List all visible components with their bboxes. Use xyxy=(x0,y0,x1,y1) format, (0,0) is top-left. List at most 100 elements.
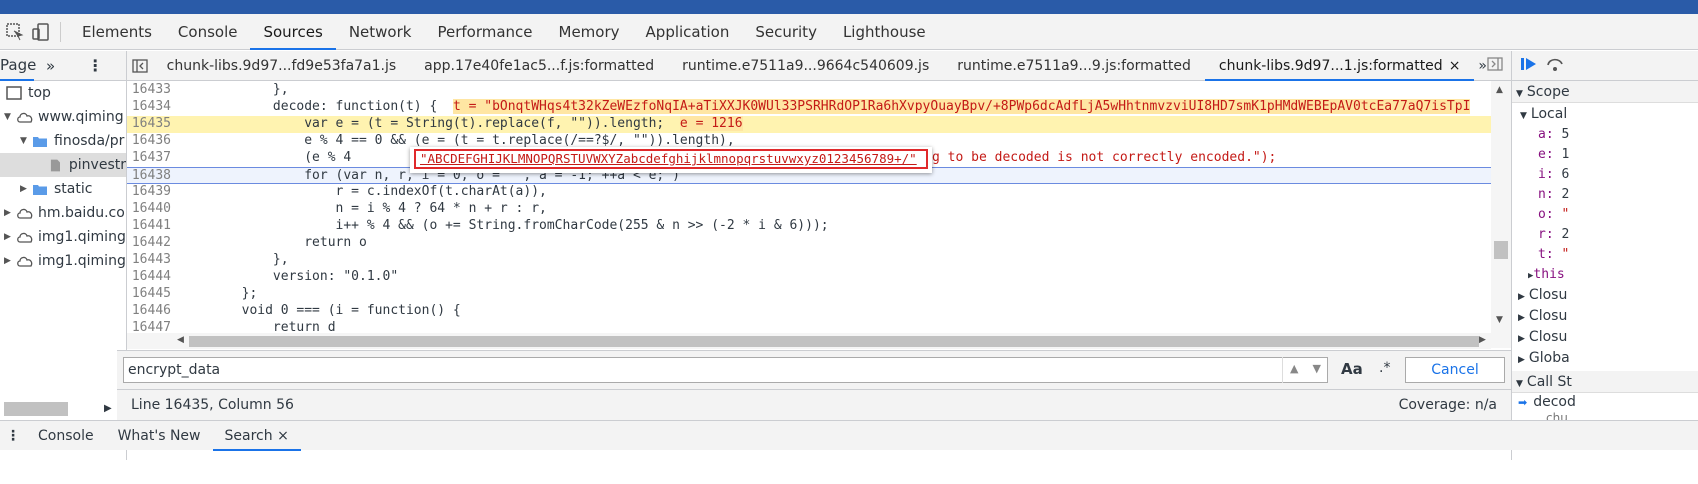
value-popover-content[interactable]: "ABCDEFGHIJKLMNOPQRSTUVWXYZabcdefghijklm… xyxy=(414,149,928,169)
drawer-tab-whats-new[interactable]: What's New xyxy=(106,428,213,444)
line-number[interactable]: 16440 xyxy=(127,201,171,218)
editor-hscroll-thumb[interactable] xyxy=(189,336,1479,347)
editor-hscroll[interactable]: ◀ ▶ xyxy=(127,333,1491,349)
file-tab[interactable]: runtime.e7511a9...9.js:formatted xyxy=(943,51,1205,81)
tab-lighthouse[interactable]: Lighthouse xyxy=(830,14,939,50)
call-stack-header[interactable]: ▼ Call St xyxy=(1512,371,1698,393)
line-number[interactable]: 16438 xyxy=(127,168,171,185)
match-case-button[interactable]: Aa xyxy=(1341,360,1363,378)
file-tab[interactable]: runtime.e7511a9...9664c540609.js xyxy=(668,51,943,81)
collapsed-triangle-icon[interactable]: ▶ xyxy=(4,232,16,242)
line-number[interactable]: 16444 xyxy=(127,269,171,286)
editor-vscroll[interactable]: ▲ ▼ xyxy=(1491,81,1511,348)
tab-application[interactable]: Application xyxy=(633,14,743,50)
variable-name: r: xyxy=(1538,227,1554,242)
collapsed-triangle-icon[interactable]: ▶ xyxy=(20,184,32,194)
tree-item-file[interactable]: pinvestr xyxy=(0,153,126,177)
scope-variable[interactable]: n: 2 xyxy=(1512,185,1698,205)
closure-scope[interactable]: ▶ Closu xyxy=(1512,285,1698,306)
device-toolbar-icon[interactable] xyxy=(30,21,52,43)
toggle-navigator-icon[interactable] xyxy=(127,58,153,73)
close-tab-icon[interactable]: × xyxy=(1449,58,1461,74)
expanded-triangle-icon[interactable]: ▼ xyxy=(20,136,32,146)
collapsed-triangle-icon[interactable]: ▶ xyxy=(4,256,16,266)
scroll-up-arrow-icon[interactable]: ▲ xyxy=(1496,85,1503,95)
tree-item-domain[interactable]: ▶ img1.qiming xyxy=(0,225,126,249)
tree-item-domain[interactable]: ▶ img1.qiming xyxy=(0,249,126,273)
coverage-status[interactable]: Coverage: n/a xyxy=(1399,390,1497,420)
tab-network[interactable]: Network xyxy=(336,14,425,50)
close-drawer-tab-icon[interactable]: × xyxy=(277,428,289,444)
line-number[interactable]: 16434 xyxy=(127,99,171,116)
line-number[interactable]: 16435 xyxy=(127,116,171,133)
more-tabs-button[interactable]: » xyxy=(1478,58,1487,74)
tab-sources[interactable]: Sources xyxy=(250,14,336,50)
tree-item-domain[interactable]: ▶ hm.baidu.co xyxy=(0,201,126,225)
line-number[interactable]: 16445 xyxy=(127,286,171,303)
tab-performance[interactable]: Performance xyxy=(424,14,545,50)
scope-variable[interactable]: t: " xyxy=(1512,245,1698,265)
search-prev-icon[interactable]: ▲ xyxy=(1290,357,1298,383)
scope-variable[interactable]: a: 5 xyxy=(1512,125,1698,145)
drawer-tab-search[interactable]: Search × xyxy=(212,421,301,451)
search-input[interactable]: encrypt_data xyxy=(123,357,1328,383)
scroll-left-arrow-icon[interactable]: ◀ xyxy=(177,335,184,345)
file-tab[interactable]: chunk-libs.9d97...fd9e53fa7a1.js xyxy=(153,51,411,81)
editor-vscroll-thumb[interactable] xyxy=(1494,241,1508,259)
step-over-icon[interactable] xyxy=(1546,56,1564,76)
collapsed-triangle-icon[interactable]: ▶ xyxy=(4,208,16,218)
tree-item-folder[interactable]: ▼ finosda/pr xyxy=(0,129,126,153)
file-tab-active[interactable]: chunk-libs.9d97...1.js:formatted × xyxy=(1204,51,1475,81)
scope-section-header[interactable]: ▼ Scope xyxy=(1512,81,1698,103)
resume-icon[interactable] xyxy=(1520,56,1538,76)
line-number[interactable]: 16437 xyxy=(127,150,171,167)
call-frame-name: decod xyxy=(1533,394,1576,410)
file-tab[interactable]: app.17e40fe1ac5...f.js:formatted xyxy=(410,51,668,81)
tab-memory[interactable]: Memory xyxy=(546,14,633,50)
scope-variable[interactable]: e: 1 xyxy=(1512,145,1698,165)
tab-security[interactable]: Security xyxy=(742,14,830,50)
scroll-right-arrow-icon[interactable]: ▶ xyxy=(104,403,112,414)
scope-variable-this[interactable]: ▶this xyxy=(1512,265,1698,285)
scroll-down-arrow-icon[interactable]: ▼ xyxy=(1496,315,1503,325)
tab-elements[interactable]: Elements xyxy=(69,14,165,50)
line-number[interactable]: 16439 xyxy=(127,184,171,201)
line-number[interactable]: 16443 xyxy=(127,252,171,269)
navigator-hscroll-thumb[interactable] xyxy=(4,402,68,416)
toggle-debugger-icon[interactable] xyxy=(1487,56,1503,75)
navigator-menu[interactable]: ⋮ xyxy=(87,56,103,75)
cancel-button[interactable]: Cancel xyxy=(1405,357,1505,383)
regex-button[interactable]: .* xyxy=(1379,360,1390,376)
scope-variable[interactable]: o: " xyxy=(1512,205,1698,225)
scroll-right-arrow-icon[interactable]: ▶ xyxy=(1479,335,1486,345)
code-text: e % 4 == 0 && (e = (t = t.replace(/==?$/… xyxy=(179,133,735,148)
line-number[interactable]: 16442 xyxy=(127,235,171,252)
tree-item-domain[interactable]: ▼ www.qiming xyxy=(0,105,126,129)
call-frame-current[interactable]: ➡ decod xyxy=(1512,393,1698,411)
closure-scope[interactable]: ▶ Closu xyxy=(1512,306,1698,327)
tab-console[interactable]: Console xyxy=(165,14,251,50)
code-editor[interactable]: 16433 }, 16434 decode: function(t) { t =… xyxy=(127,81,1511,348)
line-number[interactable]: 16446 xyxy=(127,303,171,320)
line-number[interactable]: 16436 xyxy=(127,133,171,150)
navigator-more-tabs[interactable]: » xyxy=(46,57,55,75)
expanded-triangle-icon[interactable]: ▼ xyxy=(4,112,16,122)
tree-item-folder[interactable]: ▶ static xyxy=(0,177,126,201)
global-scope[interactable]: ▶ Globa xyxy=(1512,348,1698,369)
line-number[interactable]: 16441 xyxy=(127,218,171,235)
code-text: }, xyxy=(179,82,289,97)
file-icon xyxy=(50,159,60,171)
drawer-menu-icon[interactable]: ⋮ xyxy=(6,428,20,444)
inspect-element-icon[interactable] xyxy=(4,21,26,43)
line-number[interactable]: 16433 xyxy=(127,82,171,99)
navigator-tab-page[interactable]: Page xyxy=(0,51,36,81)
collapsed-triangle-icon: ▶ xyxy=(1518,355,1525,365)
local-scope-header[interactable]: ▼ Local xyxy=(1512,103,1698,125)
code-line: 16441 i++ % 4 && (o += String.fromCharCo… xyxy=(127,218,1492,235)
scope-variable[interactable]: i: 6 xyxy=(1512,165,1698,185)
closure-scope[interactable]: ▶ Closu xyxy=(1512,327,1698,348)
search-next-icon[interactable]: ▼ xyxy=(1313,357,1321,383)
drawer-tab-console[interactable]: Console xyxy=(26,428,106,444)
tree-item-top[interactable]: top xyxy=(0,81,126,105)
scope-variable[interactable]: r: 2 xyxy=(1512,225,1698,245)
